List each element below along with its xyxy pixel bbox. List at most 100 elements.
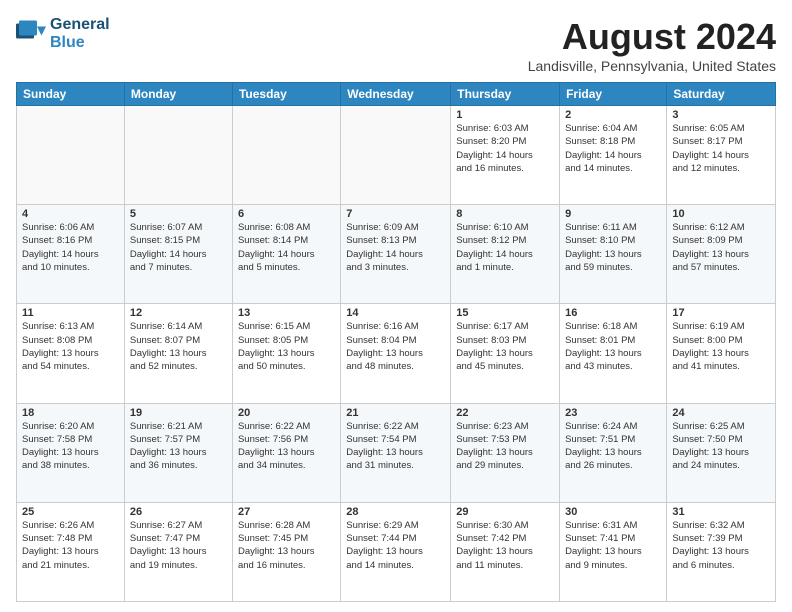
week-row-3: 11Sunrise: 6:13 AM Sunset: 8:08 PM Dayli…	[17, 304, 776, 403]
day-number: 20	[238, 407, 335, 419]
calendar-cell: 14Sunrise: 6:16 AM Sunset: 8:04 PM Dayli…	[341, 304, 451, 403]
title-area: August 2024 Landisville, Pennsylvania, U…	[528, 16, 776, 74]
day-number: 31	[672, 506, 770, 518]
calendar-cell: 25Sunrise: 6:26 AM Sunset: 7:48 PM Dayli…	[17, 502, 125, 601]
week-row-4: 18Sunrise: 6:20 AM Sunset: 7:58 PM Dayli…	[17, 403, 776, 502]
day-info: Sunrise: 6:04 AM Sunset: 8:18 PM Dayligh…	[565, 122, 661, 175]
day-number: 30	[565, 506, 661, 518]
day-info: Sunrise: 6:30 AM Sunset: 7:42 PM Dayligh…	[456, 519, 554, 572]
day-info: Sunrise: 6:29 AM Sunset: 7:44 PM Dayligh…	[346, 519, 445, 572]
calendar-cell: 19Sunrise: 6:21 AM Sunset: 7:57 PM Dayli…	[124, 403, 232, 502]
calendar-cell	[232, 106, 340, 205]
calendar-cell: 29Sunrise: 6:30 AM Sunset: 7:42 PM Dayli…	[451, 502, 560, 601]
calendar-cell: 26Sunrise: 6:27 AM Sunset: 7:47 PM Dayli…	[124, 502, 232, 601]
day-number: 1	[456, 109, 554, 121]
day-number: 5	[130, 208, 227, 220]
calendar-cell: 3Sunrise: 6:05 AM Sunset: 8:17 PM Daylig…	[667, 106, 776, 205]
day-info: Sunrise: 6:11 AM Sunset: 8:10 PM Dayligh…	[565, 221, 661, 274]
day-header-sunday: Sunday	[17, 83, 125, 106]
day-info: Sunrise: 6:14 AM Sunset: 8:07 PM Dayligh…	[130, 320, 227, 373]
day-info: Sunrise: 6:32 AM Sunset: 7:39 PM Dayligh…	[672, 519, 770, 572]
calendar-cell	[124, 106, 232, 205]
logo-text-blue: Blue	[50, 34, 110, 52]
calendar-table: SundayMondayTuesdayWednesdayThursdayFrid…	[16, 82, 776, 602]
day-info: Sunrise: 6:19 AM Sunset: 8:00 PM Dayligh…	[672, 320, 770, 373]
calendar-cell: 31Sunrise: 6:32 AM Sunset: 7:39 PM Dayli…	[667, 502, 776, 601]
day-number: 2	[565, 109, 661, 121]
day-info: Sunrise: 6:31 AM Sunset: 7:41 PM Dayligh…	[565, 519, 661, 572]
logo: General Blue	[16, 16, 110, 51]
calendar-cell: 4Sunrise: 6:06 AM Sunset: 8:16 PM Daylig…	[17, 205, 125, 304]
day-number: 12	[130, 307, 227, 319]
header: General Blue August 2024 Landisville, Pe…	[16, 16, 776, 74]
calendar-cell: 5Sunrise: 6:07 AM Sunset: 8:15 PM Daylig…	[124, 205, 232, 304]
day-number: 17	[672, 307, 770, 319]
day-number: 7	[346, 208, 445, 220]
week-row-5: 25Sunrise: 6:26 AM Sunset: 7:48 PM Dayli…	[17, 502, 776, 601]
calendar-cell: 8Sunrise: 6:10 AM Sunset: 8:12 PM Daylig…	[451, 205, 560, 304]
day-number: 11	[22, 307, 119, 319]
day-number: 26	[130, 506, 227, 518]
day-number: 27	[238, 506, 335, 518]
day-info: Sunrise: 6:22 AM Sunset: 7:54 PM Dayligh…	[346, 420, 445, 473]
calendar-cell: 20Sunrise: 6:22 AM Sunset: 7:56 PM Dayli…	[232, 403, 340, 502]
calendar-cell: 28Sunrise: 6:29 AM Sunset: 7:44 PM Dayli…	[341, 502, 451, 601]
location: Landisville, Pennsylvania, United States	[528, 58, 776, 74]
calendar-cell: 24Sunrise: 6:25 AM Sunset: 7:50 PM Dayli…	[667, 403, 776, 502]
day-number: 25	[22, 506, 119, 518]
day-info: Sunrise: 6:06 AM Sunset: 8:16 PM Dayligh…	[22, 221, 119, 274]
day-number: 28	[346, 506, 445, 518]
calendar-cell: 22Sunrise: 6:23 AM Sunset: 7:53 PM Dayli…	[451, 403, 560, 502]
day-info: Sunrise: 6:13 AM Sunset: 8:08 PM Dayligh…	[22, 320, 119, 373]
day-info: Sunrise: 6:10 AM Sunset: 8:12 PM Dayligh…	[456, 221, 554, 274]
calendar-cell: 9Sunrise: 6:11 AM Sunset: 8:10 PM Daylig…	[560, 205, 667, 304]
calendar-cell: 18Sunrise: 6:20 AM Sunset: 7:58 PM Dayli…	[17, 403, 125, 502]
day-number: 6	[238, 208, 335, 220]
calendar-cell: 15Sunrise: 6:17 AM Sunset: 8:03 PM Dayli…	[451, 304, 560, 403]
day-number: 22	[456, 407, 554, 419]
calendar-cell: 21Sunrise: 6:22 AM Sunset: 7:54 PM Dayli…	[341, 403, 451, 502]
day-info: Sunrise: 6:18 AM Sunset: 8:01 PM Dayligh…	[565, 320, 661, 373]
day-number: 4	[22, 208, 119, 220]
day-number: 14	[346, 307, 445, 319]
calendar-cell: 6Sunrise: 6:08 AM Sunset: 8:14 PM Daylig…	[232, 205, 340, 304]
day-number: 10	[672, 208, 770, 220]
day-info: Sunrise: 6:05 AM Sunset: 8:17 PM Dayligh…	[672, 122, 770, 175]
calendar-cell: 2Sunrise: 6:04 AM Sunset: 8:18 PM Daylig…	[560, 106, 667, 205]
calendar-cell: 11Sunrise: 6:13 AM Sunset: 8:08 PM Dayli…	[17, 304, 125, 403]
day-number: 24	[672, 407, 770, 419]
day-header-thursday: Thursday	[451, 83, 560, 106]
day-number: 16	[565, 307, 661, 319]
day-info: Sunrise: 6:15 AM Sunset: 8:05 PM Dayligh…	[238, 320, 335, 373]
day-info: Sunrise: 6:12 AM Sunset: 8:09 PM Dayligh…	[672, 221, 770, 274]
day-number: 18	[22, 407, 119, 419]
header-row: SundayMondayTuesdayWednesdayThursdayFrid…	[17, 83, 776, 106]
day-number: 3	[672, 109, 770, 121]
calendar-cell: 16Sunrise: 6:18 AM Sunset: 8:01 PM Dayli…	[560, 304, 667, 403]
day-header-tuesday: Tuesday	[232, 83, 340, 106]
logo-icon	[16, 20, 46, 48]
day-number: 19	[130, 407, 227, 419]
day-number: 23	[565, 407, 661, 419]
day-info: Sunrise: 6:23 AM Sunset: 7:53 PM Dayligh…	[456, 420, 554, 473]
day-info: Sunrise: 6:07 AM Sunset: 8:15 PM Dayligh…	[130, 221, 227, 274]
calendar-cell: 30Sunrise: 6:31 AM Sunset: 7:41 PM Dayli…	[560, 502, 667, 601]
day-header-saturday: Saturday	[667, 83, 776, 106]
day-info: Sunrise: 6:25 AM Sunset: 7:50 PM Dayligh…	[672, 420, 770, 473]
day-info: Sunrise: 6:21 AM Sunset: 7:57 PM Dayligh…	[130, 420, 227, 473]
calendar-cell	[341, 106, 451, 205]
day-info: Sunrise: 6:24 AM Sunset: 7:51 PM Dayligh…	[565, 420, 661, 473]
week-row-2: 4Sunrise: 6:06 AM Sunset: 8:16 PM Daylig…	[17, 205, 776, 304]
week-row-1: 1Sunrise: 6:03 AM Sunset: 8:20 PM Daylig…	[17, 106, 776, 205]
day-number: 9	[565, 208, 661, 220]
calendar-cell: 10Sunrise: 6:12 AM Sunset: 8:09 PM Dayli…	[667, 205, 776, 304]
logo-text-general: General	[50, 16, 110, 34]
day-info: Sunrise: 6:09 AM Sunset: 8:13 PM Dayligh…	[346, 221, 445, 274]
day-number: 21	[346, 407, 445, 419]
day-info: Sunrise: 6:08 AM Sunset: 8:14 PM Dayligh…	[238, 221, 335, 274]
day-number: 15	[456, 307, 554, 319]
calendar-cell: 17Sunrise: 6:19 AM Sunset: 8:00 PM Dayli…	[667, 304, 776, 403]
calendar-cell: 7Sunrise: 6:09 AM Sunset: 8:13 PM Daylig…	[341, 205, 451, 304]
calendar-cell: 23Sunrise: 6:24 AM Sunset: 7:51 PM Dayli…	[560, 403, 667, 502]
calendar-cell: 13Sunrise: 6:15 AM Sunset: 8:05 PM Dayli…	[232, 304, 340, 403]
